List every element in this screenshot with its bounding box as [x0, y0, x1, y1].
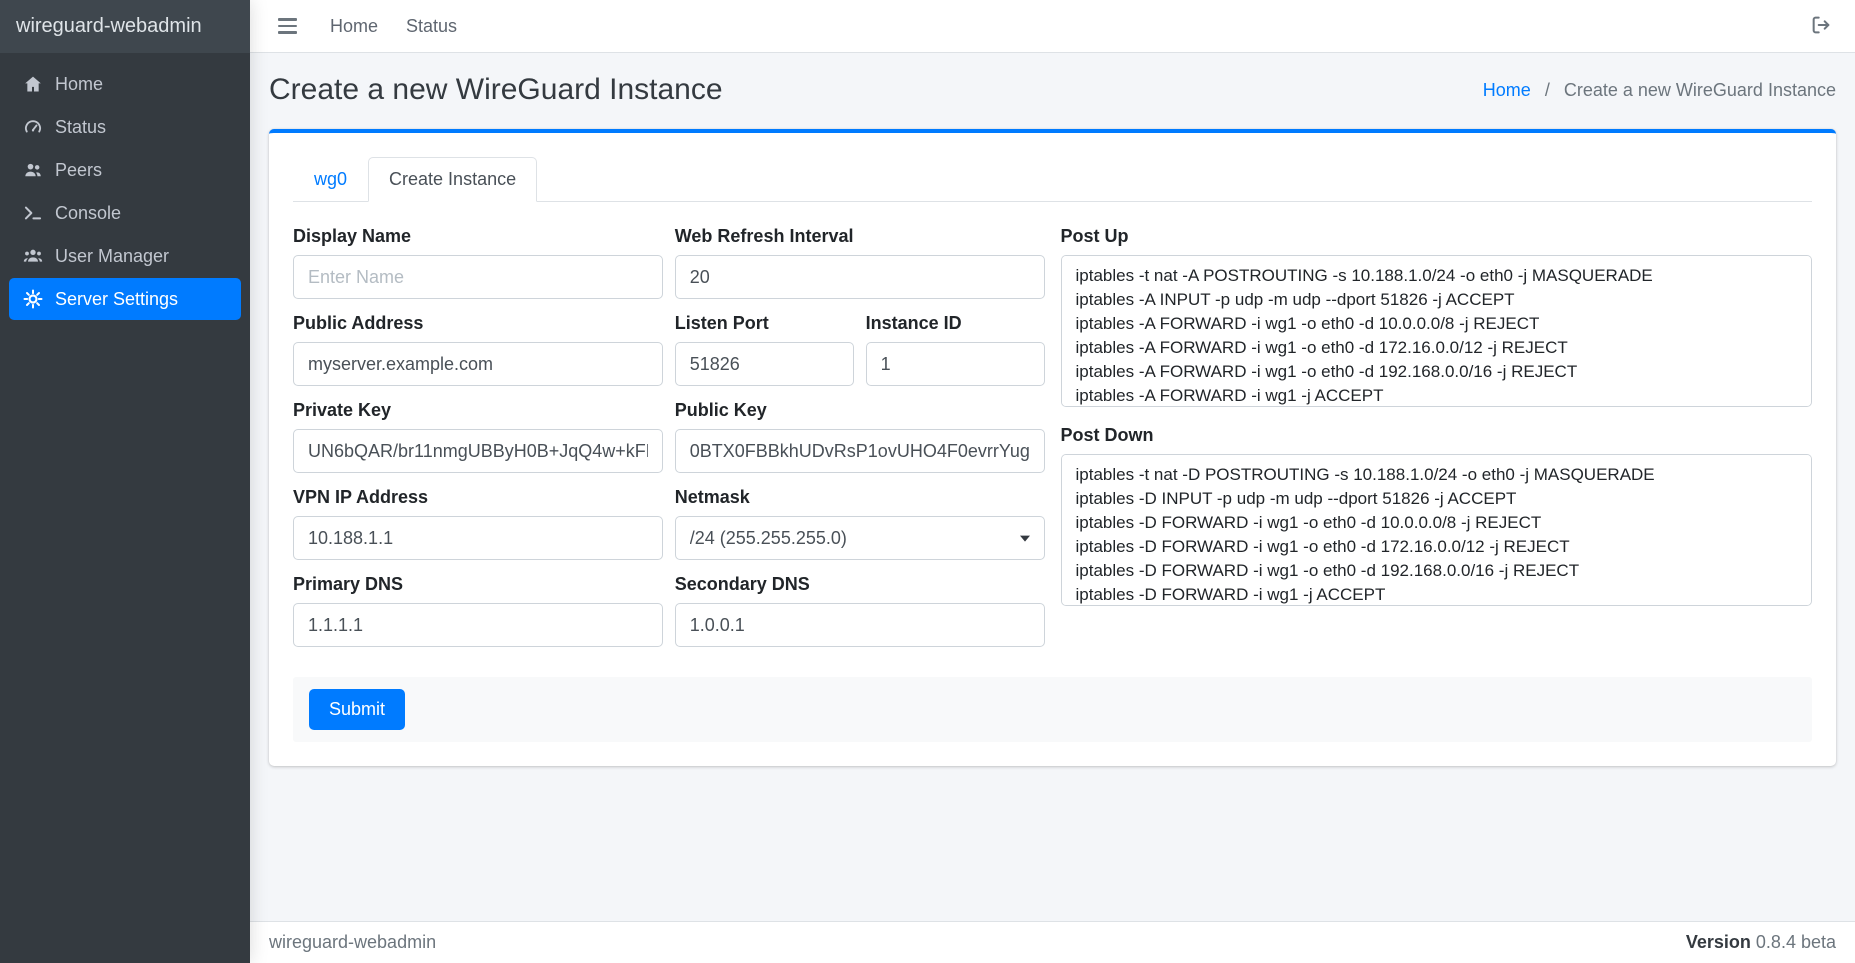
- public-key-field: Public Key: [675, 400, 1045, 473]
- post-down-field: Post Down iptables -t nat -D POSTROUTING…: [1061, 425, 1813, 606]
- content-header: Create a new WireGuard Instance Home / C…: [269, 53, 1836, 107]
- web-refresh-interval-field: Web Refresh Interval: [675, 226, 1045, 299]
- instance-tabs: wg0 Create Instance: [293, 157, 1812, 202]
- footer: wireguard-webadmin Version 0.8.4 beta: [250, 921, 1855, 963]
- create-instance-form: Display Name Web Refresh Interval Public…: [293, 226, 1812, 647]
- logout-icon: [1810, 14, 1832, 39]
- app-root: wireguard-webadmin Home Status Peers: [0, 0, 1855, 963]
- netmask-label: Netmask: [675, 487, 1045, 508]
- web-refresh-interval-label: Web Refresh Interval: [675, 226, 1045, 247]
- public-address-input[interactable]: [293, 342, 663, 386]
- logout-button[interactable]: [1806, 10, 1836, 43]
- netmask-select-wrap: /24 (255.255.255.0): [675, 516, 1045, 560]
- post-up-label: Post Up: [1061, 226, 1813, 247]
- instance-id-field: Instance ID: [866, 313, 1045, 386]
- sidebar-item-label: Peers: [55, 160, 102, 181]
- netmask-field: Netmask /24 (255.255.255.0): [675, 487, 1045, 560]
- public-key-input[interactable]: [675, 429, 1045, 473]
- sidebar-item-label: Home: [55, 74, 103, 95]
- post-down-textarea[interactable]: iptables -t nat -D POSTROUTING -s 10.188…: [1061, 454, 1813, 606]
- version-label: Version: [1686, 932, 1751, 952]
- home-icon: [19, 74, 46, 94]
- post-down-label: Post Down: [1061, 425, 1813, 446]
- private-key-field: Private Key: [293, 400, 663, 473]
- primary-dns-label: Primary DNS: [293, 574, 663, 595]
- display-name-field: Display Name: [293, 226, 663, 299]
- primary-dns-input[interactable]: [293, 603, 663, 647]
- post-up-field: Post Up iptables -t nat -A POSTROUTING -…: [1061, 226, 1813, 407]
- public-key-label: Public Key: [675, 400, 1045, 421]
- content-wrapper: Create a new WireGuard Instance Home / C…: [250, 53, 1855, 921]
- gear-icon: [19, 289, 46, 309]
- sidebar-item-console[interactable]: Console: [9, 192, 241, 234]
- listen-port-field: Listen Port: [675, 313, 854, 386]
- user-group-icon: [19, 246, 46, 266]
- vpn-ip-address-input[interactable]: [293, 516, 663, 560]
- brand-link[interactable]: wireguard-webadmin: [0, 0, 250, 53]
- submit-bar: Submit: [293, 677, 1812, 742]
- sidebar-item-server-settings[interactable]: Server Settings: [9, 278, 241, 320]
- sidebar-item-label: Status: [55, 117, 106, 138]
- display-name-input[interactable]: [293, 255, 663, 299]
- display-name-label: Display Name: [293, 226, 663, 247]
- listen-port-label: Listen Port: [675, 313, 854, 334]
- fields-grid: Display Name Web Refresh Interval Public…: [293, 226, 1045, 647]
- page-title: Create a new WireGuard Instance: [269, 73, 723, 107]
- tab-wg0[interactable]: wg0: [293, 157, 368, 202]
- secondary-dns-field: Secondary DNS: [675, 574, 1045, 647]
- breadcrumb-separator: /: [1545, 80, 1550, 100]
- nav-link-home[interactable]: Home: [316, 16, 392, 37]
- brand-title: wireguard-webadmin: [16, 15, 202, 38]
- breadcrumb-home-link[interactable]: Home: [1483, 80, 1531, 100]
- secondary-dns-input[interactable]: [675, 603, 1045, 647]
- instance-card-body: wg0 Create Instance Display Name Web Ref…: [269, 133, 1836, 766]
- footer-brand: wireguard-webadmin: [269, 932, 436, 953]
- instance-card: wg0 Create Instance Display Name Web Ref…: [269, 129, 1836, 766]
- terminal-icon: [19, 203, 46, 223]
- sidebar-item-home[interactable]: Home: [9, 63, 241, 105]
- sidebar-item-peers[interactable]: Peers: [9, 149, 241, 191]
- nav-link-status[interactable]: Status: [392, 16, 471, 37]
- web-refresh-interval-input[interactable]: [675, 255, 1045, 299]
- sidebar-menu: Home Status Peers Console: [0, 53, 250, 331]
- netmask-select[interactable]: /24 (255.255.255.0): [675, 516, 1045, 560]
- sidebar-item-label: Console: [55, 203, 121, 224]
- sidebar-item-label: Server Settings: [55, 289, 178, 310]
- submit-button[interactable]: Submit: [309, 689, 405, 730]
- private-key-input[interactable]: [293, 429, 663, 473]
- sidebar-item-status[interactable]: Status: [9, 106, 241, 148]
- menu-toggle-button[interactable]: [269, 10, 306, 41]
- gauge-icon: [19, 117, 46, 137]
- listen-port-input[interactable]: [675, 342, 854, 386]
- breadcrumb: Home / Create a new WireGuard Instance: [1483, 80, 1836, 101]
- secondary-dns-label: Secondary DNS: [675, 574, 1045, 595]
- post-scripts-column: Post Up iptables -t nat -A POSTROUTING -…: [1061, 226, 1813, 647]
- sidebar-item-user-manager[interactable]: User Manager: [9, 235, 241, 277]
- post-up-textarea[interactable]: iptables -t nat -A POSTROUTING -s 10.188…: [1061, 255, 1813, 407]
- vpn-ip-address-field: VPN IP Address: [293, 487, 663, 560]
- sidebar: wireguard-webadmin Home Status Peers: [0, 0, 250, 963]
- tab-create-instance[interactable]: Create Instance: [368, 157, 537, 202]
- sidebar-item-label: User Manager: [55, 246, 169, 267]
- top-navbar: Home Status: [250, 0, 1855, 53]
- main-column: Home Status Create a new WireGuard Insta…: [250, 0, 1855, 963]
- vpn-ip-address-label: VPN IP Address: [293, 487, 663, 508]
- public-address-label: Public Address: [293, 313, 663, 334]
- version-value: 0.8.4 beta: [1756, 932, 1836, 952]
- primary-dns-field: Primary DNS: [293, 574, 663, 647]
- instance-id-label: Instance ID: [866, 313, 1045, 334]
- instance-id-input[interactable]: [866, 342, 1045, 386]
- users-icon: [19, 160, 46, 180]
- hamburger-icon: [278, 18, 297, 20]
- footer-version: Version 0.8.4 beta: [1686, 932, 1836, 953]
- private-key-label: Private Key: [293, 400, 663, 421]
- public-address-field: Public Address: [293, 313, 663, 386]
- breadcrumb-current: Create a new WireGuard Instance: [1564, 80, 1836, 100]
